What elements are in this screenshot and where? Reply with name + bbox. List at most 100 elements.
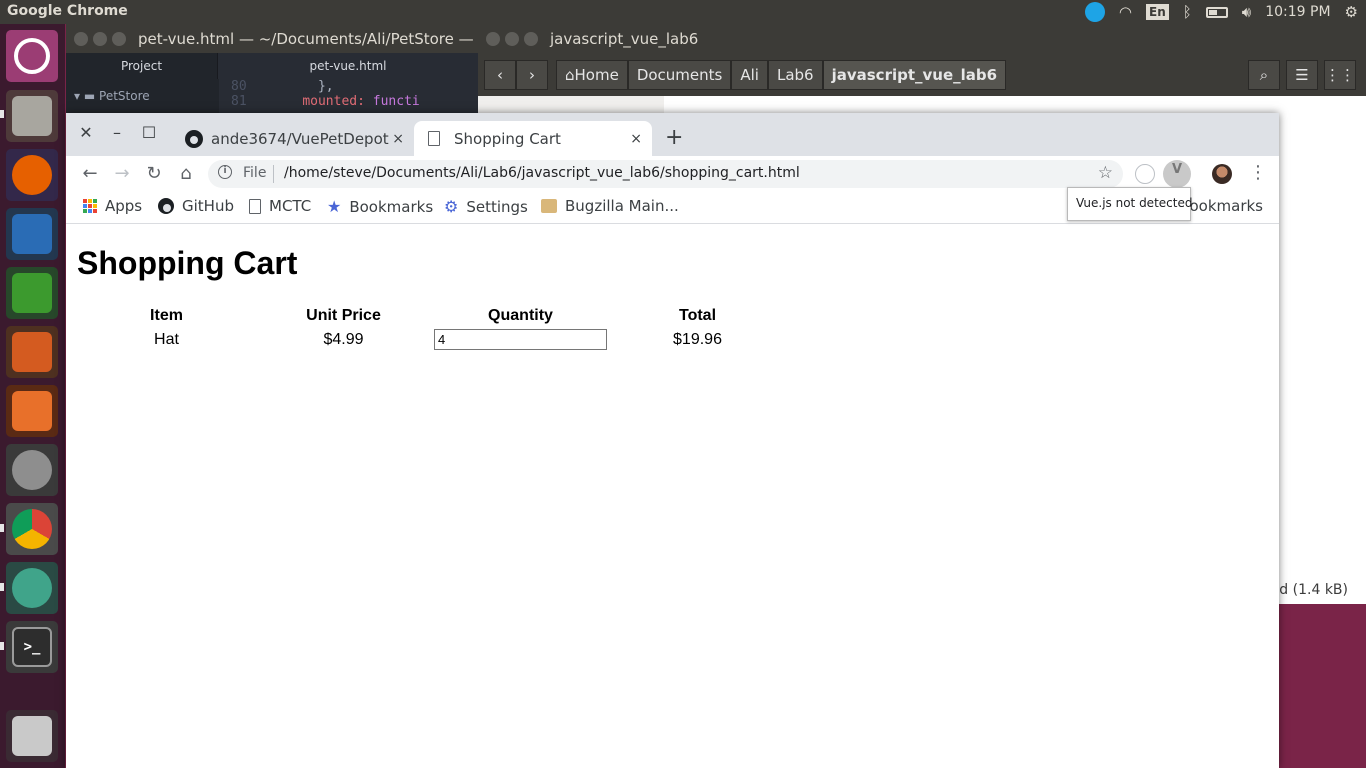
cell-quantity	[433, 328, 608, 351]
code-function: functi	[372, 94, 420, 109]
bookmark-bookmarks[interactable]: ★ Bookmarks	[327, 197, 433, 216]
bookmark-github[interactable]: GitHub	[158, 197, 234, 215]
forward-button[interactable]: ›	[516, 59, 548, 90]
keyboard-layout-indicator[interactable]: En	[1146, 4, 1169, 20]
launcher-system-settings[interactable]	[6, 444, 58, 496]
bookmark-mctc[interactable]: MCTC	[249, 197, 311, 215]
tab-project[interactable]: Project	[66, 53, 218, 79]
reload-icon[interactable]: ↻	[142, 162, 166, 186]
bugzilla-icon	[541, 199, 557, 213]
atom-window-title: pet-vue.html — ~/Documents/Ali/PetStore …	[138, 30, 474, 48]
top-panel: Google Chrome ◠ En ᛒ 🔊︎ 10:19 PM ⚙	[0, 0, 1366, 24]
search-icon[interactable]: ⌕	[1248, 60, 1280, 90]
crumb-lab6[interactable]: Lab6	[767, 59, 823, 90]
launcher-calc[interactable]	[6, 267, 58, 319]
extension-icon[interactable]	[1135, 164, 1155, 184]
minimize-icon[interactable]	[505, 32, 519, 46]
battery-icon[interactable]	[1205, 6, 1228, 18]
close-tab-icon[interactable]: ×	[630, 131, 642, 147]
line-number: 81	[231, 94, 247, 109]
address-bar[interactable]: i File /home/steve/Documents/Ali/Lab6/ja…	[208, 160, 1123, 188]
home-icon[interactable]: ⌂	[174, 162, 198, 186]
files-status: ed (1.4 kB)	[1270, 582, 1348, 598]
new-tab-button[interactable]: +	[665, 125, 683, 150]
volume-icon[interactable]: 🔊︎	[1242, 3, 1251, 21]
page-title: Shopping Cart	[77, 245, 298, 281]
crumb-label: Home	[574, 65, 619, 84]
code-keyword: mounted:	[302, 94, 365, 109]
maximize-icon[interactable]	[524, 32, 538, 46]
bookmark-bugzilla[interactable]: Bugzilla Main...	[541, 197, 679, 215]
tab-pet-vue-html[interactable]: pet-vue.html	[218, 53, 478, 79]
code-line: },	[317, 79, 334, 94]
launcher-atom[interactable]	[6, 562, 58, 614]
launcher-writer[interactable]	[6, 208, 58, 260]
close-icon[interactable]	[486, 32, 500, 46]
tab-shopping-cart[interactable]: Shopping Cart ×	[414, 121, 652, 156]
running-indicator	[0, 524, 4, 532]
info-icon[interactable]: i	[218, 165, 232, 179]
firefox-icon	[12, 155, 52, 195]
bookmark-settings[interactable]: ⚙ Settings	[444, 197, 528, 216]
crumb-current[interactable]: javascript_vue_lab6	[822, 59, 1007, 90]
chevron-down-icon[interactable]: ▾	[74, 89, 80, 103]
launcher-terminal[interactable]: >_	[6, 621, 58, 673]
forward-arrow-icon[interactable]: →	[110, 162, 134, 186]
back-button[interactable]: ‹	[484, 59, 516, 90]
crumb-ali[interactable]: Ali	[731, 59, 768, 90]
tree-root-folder[interactable]: PetStore	[99, 89, 150, 103]
apps-grid-icon	[83, 199, 97, 213]
more-menu-icon[interactable]: ⋮	[1249, 162, 1267, 183]
back-arrow-icon[interactable]: ←	[78, 162, 102, 186]
page-icon	[249, 198, 261, 214]
bluetooth-icon[interactable]: ᛒ	[1183, 3, 1192, 21]
launcher-impress[interactable]	[6, 326, 58, 378]
bookmark-label: Apps	[105, 197, 143, 215]
cell-item: Hat	[154, 330, 179, 348]
running-indicator	[0, 110, 4, 118]
files-titlebar: javascript_vue_lab6	[478, 24, 1366, 53]
profile-avatar[interactable]	[1212, 164, 1232, 184]
ubuntu-logo-icon	[14, 38, 50, 74]
maximize-icon[interactable]	[112, 32, 126, 46]
launcher-firefox[interactable]	[6, 149, 58, 201]
minimize-window-icon[interactable]: –	[107, 123, 127, 143]
launcher-software-center[interactable]	[6, 385, 58, 437]
bookmark-star-icon[interactable]: ☆	[1098, 163, 1113, 183]
clock[interactable]: 10:19 PM	[1265, 4, 1330, 20]
cart-table: Item Unit Price Quantity Total Hat $4.99…	[77, 304, 787, 353]
launcher-chrome[interactable]	[6, 503, 58, 555]
crumb-home[interactable]: ⌂ Home	[556, 59, 628, 90]
gear-icon: ⚙	[444, 197, 459, 216]
column-header-total: Total	[678, 307, 717, 324]
close-tab-icon[interactable]: ×	[392, 131, 404, 147]
close-icon[interactable]	[74, 32, 88, 46]
table-row: Hat $4.99 $19.96	[79, 328, 785, 351]
chrome-window: ✕ – ☐ ande3674/VuePetDepot × Shopping Ca…	[66, 113, 1279, 768]
bookmark-apps[interactable]: Apps	[83, 197, 142, 215]
folder-icon: ▬	[83, 89, 96, 103]
quantity-input[interactable]	[434, 329, 607, 350]
home-icon: ⌂	[565, 65, 575, 84]
bookmark-label: Bookmarks	[349, 197, 434, 216]
skype-icon[interactable]	[1084, 2, 1105, 22]
list-view-icon[interactable]: ☰	[1286, 60, 1318, 90]
grid-view-icon[interactable]: ⋮⋮	[1324, 60, 1356, 90]
maximize-window-icon[interactable]: ☐	[139, 123, 159, 143]
launcher-trash[interactable]	[6, 710, 58, 762]
close-window-icon[interactable]: ✕	[76, 123, 96, 143]
launcher-files[interactable]	[6, 90, 58, 142]
url-text[interactable]: /home/steve/Documents/Ali/Lab6/javascrip…	[284, 165, 800, 181]
other-bookmarks[interactable]: ookmarks	[1189, 197, 1263, 215]
launcher-dash-button[interactable]	[6, 30, 58, 82]
cell-unit-price: $4.99	[323, 330, 364, 348]
tab-strip: ✕ – ☐ ande3674/VuePetDepot × Shopping Ca…	[66, 113, 1279, 156]
system-gear-icon[interactable]: ⚙	[1345, 3, 1358, 21]
crumb-documents[interactable]: Documents	[627, 59, 732, 90]
vue-devtools-icon[interactable]: V	[1163, 160, 1191, 188]
tab-github[interactable]: ande3674/VuePetDepot ×	[176, 121, 414, 156]
column-header-quantity: Quantity	[488, 307, 553, 324]
minimize-icon[interactable]	[93, 32, 107, 46]
files-icon	[12, 96, 52, 136]
wifi-icon[interactable]: ◠	[1119, 3, 1132, 21]
